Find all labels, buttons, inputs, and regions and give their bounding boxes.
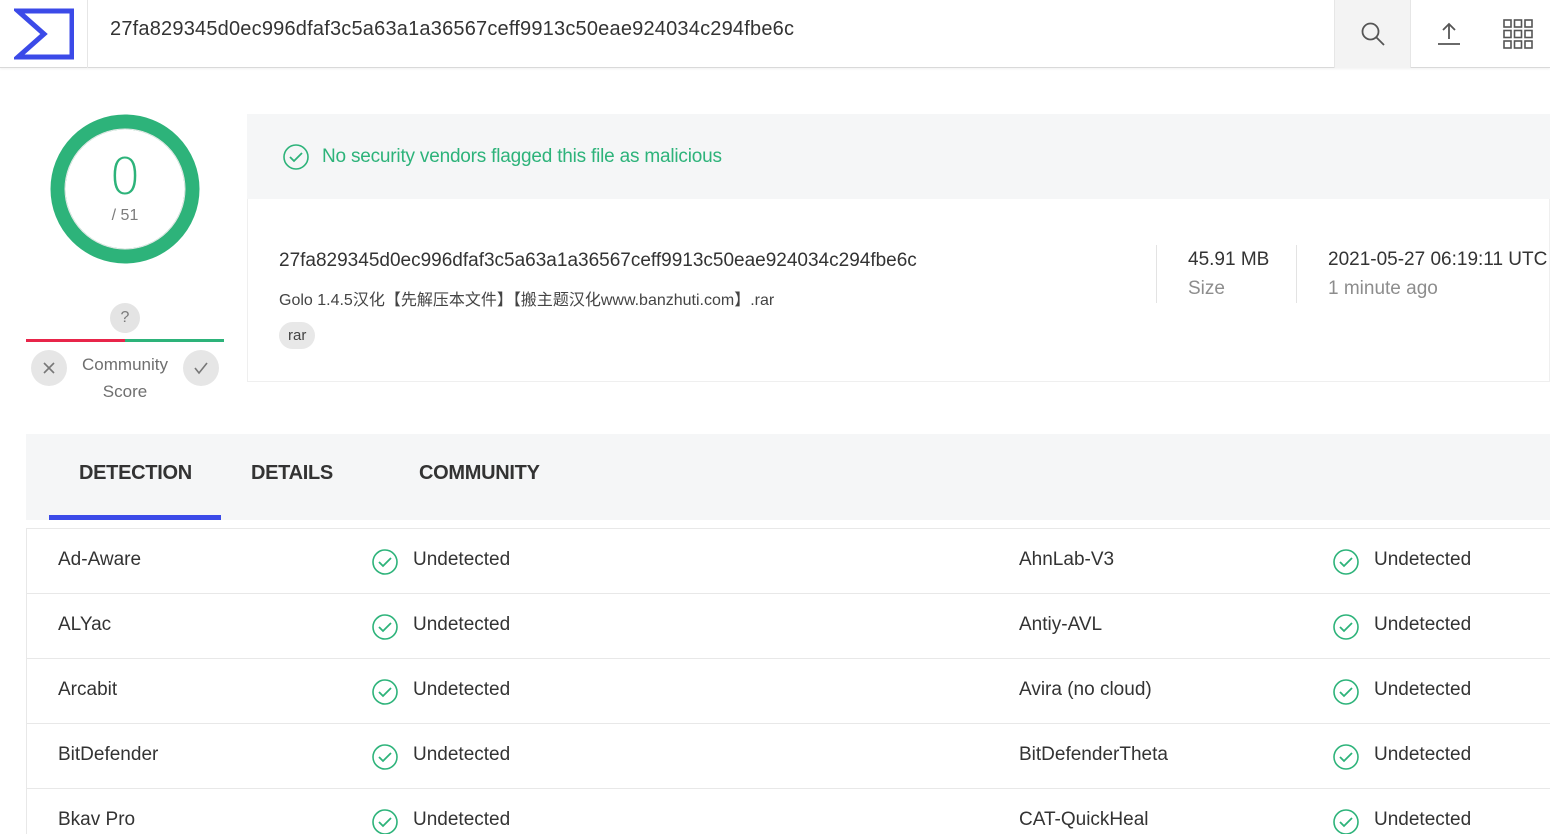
engine-result: Undetected — [1374, 549, 1472, 570]
engine-result: Undetected — [413, 549, 511, 570]
verdict-message: No security vendors flagged this file as… — [322, 145, 722, 167]
search-icon — [1361, 22, 1385, 46]
apps-grid-icon — [1503, 19, 1533, 49]
top-bar: 27fa829345d0ec996dfaf3c5a63a1a36567ceff9… — [0, 0, 1550, 68]
check-circle-icon — [1333, 549, 1359, 575]
engine-name: BitDefenderTheta — [1019, 744, 1168, 765]
check-circle-icon — [283, 143, 309, 170]
community-score-indicator: ? — [110, 303, 140, 333]
engine-name: CAT-QuickHeal — [1019, 809, 1149, 830]
check-circle-icon — [372, 614, 398, 640]
engine-result: Undetected — [413, 614, 511, 635]
file-size: 45.91 MB — [1188, 249, 1270, 270]
engine-name: BitDefender — [58, 744, 159, 765]
file-name: Golo 1.4.5汉化【先解压本文件】【搬主题汉化www.banzhuti.c… — [279, 292, 775, 309]
check-circle-icon — [372, 549, 398, 575]
check-circle-icon — [372, 679, 398, 705]
engine-result: Undetected — [413, 809, 511, 830]
engine-name: Arcabit — [58, 679, 118, 700]
sigma-logo-icon — [13, 8, 74, 60]
total-engines: / 51 — [111, 207, 139, 224]
report-tabs: DETECTION DETAILS COMMUNITY — [26, 434, 1550, 520]
analysis-relative-time: 1 minute ago — [1328, 278, 1438, 299]
vote-harmful-button[interactable] — [31, 350, 67, 386]
divider — [1296, 245, 1297, 303]
check-circle-icon — [372, 809, 398, 834]
engine-name: Ad-Aware — [58, 549, 142, 570]
analysis-date: 2021-05-27 06:19:11 UTC — [1328, 249, 1548, 270]
engine-result: Undetected — [413, 744, 511, 765]
table-row: Ad-Aware Undetected AhnLab-V3 Undetected — [27, 529, 1550, 594]
table-row: ALYac Undetected Antiy-AVL Undetected — [27, 594, 1550, 659]
engine-name: ALYac — [58, 614, 112, 635]
upload-icon — [1437, 22, 1460, 45]
search-button[interactable] — [1334, 0, 1410, 68]
engine-name: Bkav Pro — [58, 809, 136, 830]
check-icon — [194, 362, 208, 375]
table-row: Arcabit Undetected Avira (no cloud) Unde… — [27, 659, 1550, 724]
engine-name: Antiy-AVL — [1019, 614, 1103, 635]
divider — [1156, 245, 1157, 303]
verdict-banner: No security vendors flagged this file as… — [247, 114, 1550, 199]
tab-details[interactable]: DETAILS — [251, 462, 333, 485]
file-type-tag[interactable]: rar — [279, 322, 316, 349]
detection-results-table: Ad-Aware Undetected AhnLab-V3 Undetected… — [26, 528, 1550, 834]
check-circle-icon — [372, 744, 398, 770]
check-circle-icon — [1333, 679, 1359, 705]
detections-count: 0 — [109, 148, 141, 206]
close-icon — [43, 362, 55, 374]
apps-button[interactable] — [1486, 0, 1550, 68]
tab-detection[interactable]: DETECTION — [79, 462, 192, 485]
check-circle-icon — [1333, 809, 1359, 834]
detection-score: 0 / 51 — [50, 114, 200, 264]
vote-harmless-button[interactable] — [183, 350, 219, 386]
table-row: Bkav Pro Undetected CAT-QuickHeal Undete… — [27, 789, 1550, 834]
virustotal-logo[interactable] — [0, 0, 88, 68]
check-circle-icon — [1333, 744, 1359, 770]
engine-name: AhnLab-V3 — [1019, 549, 1115, 570]
search-input[interactable]: 27fa829345d0ec996dfaf3c5a63a1a36567ceff9… — [110, 18, 794, 41]
upload-button[interactable] — [1410, 0, 1486, 68]
engine-name: Avira (no cloud) — [1019, 679, 1152, 700]
file-info-card: 27fa829345d0ec996dfaf3c5a63a1a36567ceff9… — [247, 199, 1550, 382]
community-score-label: Community Score — [82, 355, 168, 401]
active-tab-indicator — [49, 515, 221, 520]
file-hash[interactable]: 27fa829345d0ec996dfaf3c5a63a1a36567ceff9… — [279, 250, 917, 272]
file-size-label: Size — [1188, 278, 1225, 299]
engine-result: Undetected — [1374, 679, 1472, 700]
community-score-bar-negative — [26, 339, 125, 342]
engine-result: Undetected — [1374, 744, 1472, 765]
tab-community[interactable]: COMMUNITY — [419, 462, 540, 485]
check-circle-icon — [1333, 614, 1359, 640]
engine-result: Undetected — [413, 679, 511, 700]
engine-result: Undetected — [1374, 809, 1472, 830]
community-score-bar-positive — [125, 339, 224, 342]
table-row: BitDefender Undetected BitDefenderTheta … — [27, 724, 1550, 789]
engine-result: Undetected — [1374, 614, 1472, 635]
